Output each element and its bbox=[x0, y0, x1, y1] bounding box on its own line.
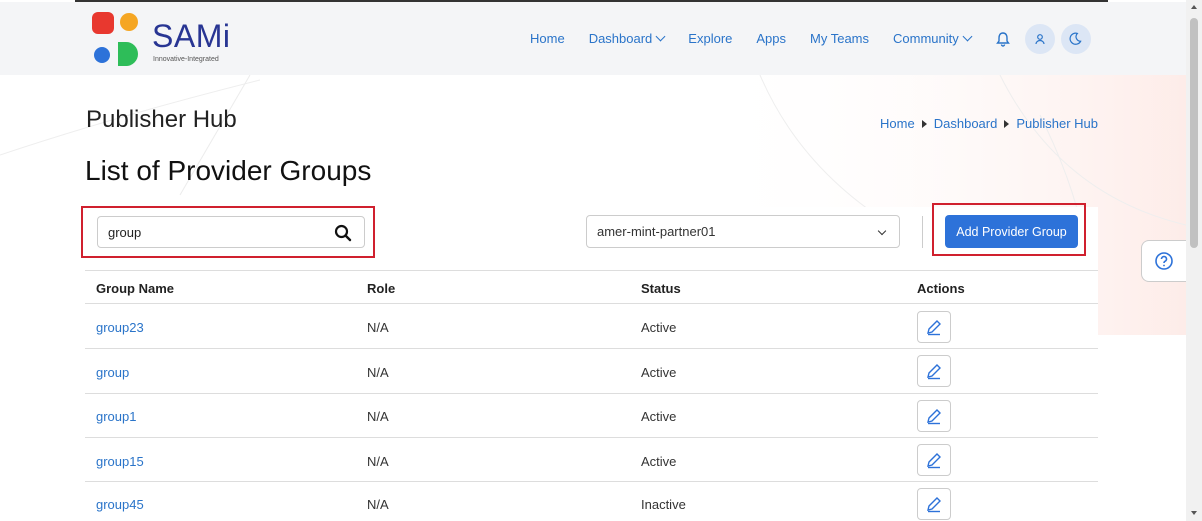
nav-dashboard-label: Dashboard bbox=[588, 31, 653, 46]
group-status: Inactive bbox=[641, 497, 686, 512]
logo-mark-icon bbox=[92, 12, 138, 66]
scroll-thumb[interactable] bbox=[1190, 18, 1198, 248]
nav-apps-label: Apps bbox=[756, 31, 787, 46]
chevron-down-icon bbox=[962, 31, 973, 42]
group-status: Active bbox=[641, 409, 677, 424]
group-name-link[interactable]: group23 bbox=[96, 320, 144, 335]
section-title: List of Provider Groups bbox=[85, 155, 372, 186]
brand-name: SAMi bbox=[152, 18, 231, 54]
edit-button[interactable] bbox=[917, 444, 951, 476]
breadcrumb: Home Dashboard Publisher Hub bbox=[880, 116, 1098, 131]
group-status: Active bbox=[641, 454, 677, 469]
user-button[interactable] bbox=[1024, 23, 1055, 54]
edit-button[interactable] bbox=[917, 400, 951, 432]
group-role: N/A bbox=[367, 320, 389, 335]
partner-select-value: amer-mint-partner01 bbox=[597, 224, 716, 239]
caret-right-icon bbox=[921, 119, 927, 128]
group-name-link[interactable]: group45 bbox=[96, 497, 144, 512]
moon-icon bbox=[1069, 32, 1082, 45]
group-role: N/A bbox=[367, 454, 389, 469]
group-status: Active bbox=[641, 320, 677, 335]
group-role: N/A bbox=[367, 365, 389, 380]
chevron-down-icon bbox=[877, 226, 887, 236]
pencil-icon bbox=[927, 453, 941, 469]
edit-button[interactable] bbox=[917, 355, 951, 387]
page-title: Publisher Hub bbox=[86, 106, 237, 133]
pencil-icon bbox=[927, 409, 941, 425]
breadcrumb-dashboard[interactable]: Dashboard bbox=[934, 116, 998, 131]
row-divider bbox=[85, 437, 1098, 438]
bell-icon[interactable] bbox=[995, 30, 1013, 48]
table-top-divider bbox=[85, 270, 1098, 271]
help-button[interactable] bbox=[1141, 240, 1186, 282]
nav-explore-label: Explore bbox=[688, 31, 733, 46]
sami-logo[interactable]: SAMi Innovative-Integrated bbox=[92, 12, 252, 66]
pencil-icon bbox=[927, 364, 941, 380]
nav-community-label: Community bbox=[893, 31, 959, 46]
theme-toggle-button[interactable] bbox=[1060, 23, 1091, 54]
row-divider bbox=[85, 393, 1098, 394]
group-name-link[interactable]: group1 bbox=[96, 409, 136, 424]
edit-button[interactable] bbox=[917, 488, 951, 520]
col-header-actions: Actions bbox=[917, 281, 965, 296]
edit-button[interactable] bbox=[917, 311, 951, 343]
nav-home-label: Home bbox=[530, 31, 565, 46]
help-icon bbox=[1155, 252, 1173, 270]
nav-apps[interactable]: Apps bbox=[756, 31, 786, 46]
main-nav: Home Dashboard Explore Apps My Teams Com… bbox=[530, 2, 1097, 75]
divider bbox=[922, 216, 923, 248]
row-divider bbox=[85, 481, 1098, 482]
site-header: SAMi Innovative-Integrated Home Dashboar… bbox=[0, 2, 1186, 75]
table-header-divider bbox=[85, 303, 1098, 304]
search-highlight-box bbox=[81, 206, 375, 258]
group-role: N/A bbox=[367, 409, 389, 424]
col-header-status: Status bbox=[641, 281, 681, 296]
scroll-up-arrow-icon[interactable] bbox=[1191, 5, 1197, 9]
chevron-down-icon bbox=[655, 31, 666, 42]
add-button-highlight-box bbox=[932, 203, 1086, 256]
nav-my-teams-label: My Teams bbox=[810, 31, 870, 46]
nav-community[interactable]: Community bbox=[893, 31, 973, 46]
pencil-icon bbox=[927, 497, 941, 513]
col-header-role: Role bbox=[367, 281, 396, 296]
group-status: Active bbox=[641, 365, 677, 380]
caret-right-icon bbox=[1004, 119, 1010, 128]
group-name-link[interactable]: group15 bbox=[96, 454, 144, 469]
group-name-link[interactable]: group bbox=[96, 365, 129, 380]
col-header-group-name: Group Name bbox=[96, 281, 175, 296]
nav-home[interactable]: Home bbox=[530, 31, 565, 46]
partner-select[interactable]: amer-mint-partner01 bbox=[586, 215, 900, 248]
nav-dashboard[interactable]: Dashboard bbox=[588, 31, 666, 46]
pencil-icon bbox=[927, 320, 941, 336]
breadcrumb-home[interactable]: Home bbox=[880, 116, 915, 131]
brand-tagline: Innovative-Integrated bbox=[153, 56, 219, 63]
nav-my-teams[interactable]: My Teams bbox=[810, 31, 869, 46]
breadcrumb-publisher-hub[interactable]: Publisher Hub bbox=[1016, 116, 1098, 131]
row-divider bbox=[85, 348, 1098, 349]
nav-explore[interactable]: Explore bbox=[688, 31, 732, 46]
page-scrollbar[interactable] bbox=[1186, 0, 1202, 521]
group-role: N/A bbox=[367, 497, 389, 512]
user-icon bbox=[1035, 33, 1045, 44]
scroll-down-arrow-icon[interactable] bbox=[1191, 511, 1197, 515]
